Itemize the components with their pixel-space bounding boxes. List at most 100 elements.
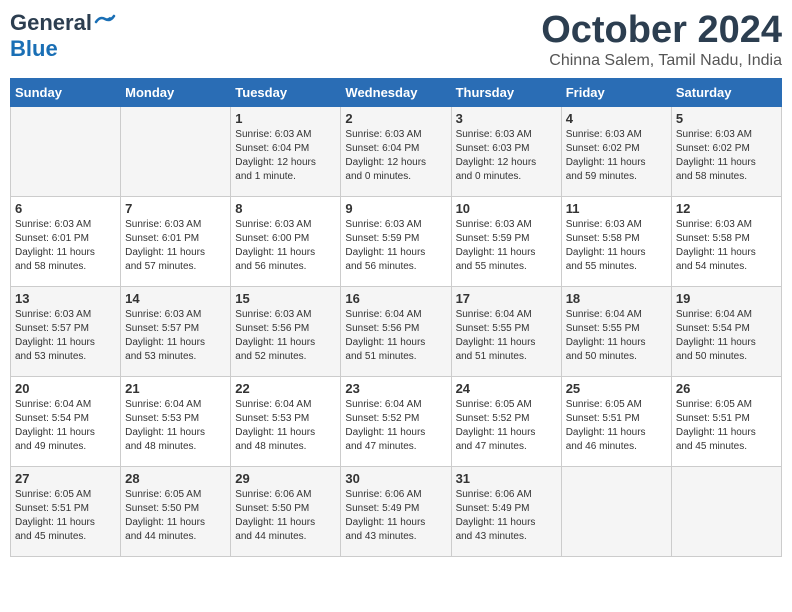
calendar-cell: 14 Sunrise: 6:03 AM Sunset: 5:57 PM Dayli… xyxy=(121,286,231,376)
day-number: 19 xyxy=(676,291,777,306)
day-info: Sunrise: 6:03 AM Sunset: 6:02 PM Dayligh… xyxy=(566,128,667,184)
day-info: Sunrise: 6:03 AM Sunset: 5:58 PM Dayligh… xyxy=(676,218,777,274)
calendar-cell: 15 Sunrise: 6:03 AM Sunset: 5:56 PM Dayli… xyxy=(231,286,341,376)
day-number: 1 xyxy=(235,111,336,126)
day-number: 31 xyxy=(456,471,557,486)
day-number: 24 xyxy=(456,381,557,396)
day-number: 10 xyxy=(456,201,557,216)
calendar-cell: 6 Sunrise: 6:03 AM Sunset: 6:01 PM Daylig… xyxy=(11,196,121,286)
day-info: Sunrise: 6:04 AM Sunset: 5:56 PM Dayligh… xyxy=(345,308,446,364)
calendar-header-row: SundayMondayTuesdayWednesdayThursdayFrid… xyxy=(11,78,782,106)
calendar-week-row: 1 Sunrise: 6:03 AM Sunset: 6:04 PM Daylig… xyxy=(11,106,782,196)
day-info: Sunrise: 6:05 AM Sunset: 5:52 PM Dayligh… xyxy=(456,398,557,454)
day-number: 25 xyxy=(566,381,667,396)
day-number: 3 xyxy=(456,111,557,126)
calendar-cell xyxy=(671,466,781,556)
day-info: Sunrise: 6:03 AM Sunset: 6:01 PM Dayligh… xyxy=(125,218,226,274)
calendar-cell: 21Sunrise: 6:04 AM Sunset: 5:53 PM Dayli… xyxy=(121,376,231,466)
calendar-cell: 17 Sunrise: 6:04 AM Sunset: 5:55 PM Dayli… xyxy=(451,286,561,376)
calendar-cell xyxy=(11,106,121,196)
day-info: Sunrise: 6:03 AM Sunset: 6:04 PM Dayligh… xyxy=(235,128,336,184)
day-info: Sunrise: 6:04 AM Sunset: 5:53 PM Dayligh… xyxy=(125,398,226,454)
calendar-cell: 9Sunrise: 6:03 AM Sunset: 5:59 PM Daylig… xyxy=(341,196,451,286)
day-number: 17 xyxy=(456,291,557,306)
day-number: 14 xyxy=(125,291,226,306)
calendar-week-row: 27 Sunrise: 6:05 AM Sunset: 5:51 PM Dayli… xyxy=(11,466,782,556)
calendar-cell: 10 Sunrise: 6:03 AM Sunset: 5:59 PM Dayli… xyxy=(451,196,561,286)
calendar-week-row: 6 Sunrise: 6:03 AM Sunset: 6:01 PM Daylig… xyxy=(11,196,782,286)
day-header-sunday: Sunday xyxy=(11,78,121,106)
day-info: Sunrise: 6:03 AM Sunset: 6:02 PM Dayligh… xyxy=(676,128,777,184)
title-section: October 2024 Chinna Salem, Tamil Nadu, I… xyxy=(541,10,782,70)
day-info: Sunrise: 6:03 AM Sunset: 6:00 PM Dayligh… xyxy=(235,218,336,274)
day-number: 30 xyxy=(345,471,446,486)
calendar-cell xyxy=(121,106,231,196)
day-number: 28 xyxy=(125,471,226,486)
calendar-cell: 11Sunrise: 6:03 AM Sunset: 5:58 PM Dayli… xyxy=(561,196,671,286)
day-info: Sunrise: 6:05 AM Sunset: 5:50 PM Dayligh… xyxy=(125,488,226,544)
logo-general: General xyxy=(10,10,92,36)
day-info: Sunrise: 6:03 AM Sunset: 6:04 PM Dayligh… xyxy=(345,128,446,184)
day-number: 8 xyxy=(235,201,336,216)
day-number: 23 xyxy=(345,381,446,396)
location-subtitle: Chinna Salem, Tamil Nadu, India xyxy=(541,52,782,70)
calendar-cell: 30Sunrise: 6:06 AM Sunset: 5:49 PM Dayli… xyxy=(341,466,451,556)
logo-bird-icon xyxy=(94,14,116,30)
calendar-week-row: 20 Sunrise: 6:04 AM Sunset: 5:54 PM Dayli… xyxy=(11,376,782,466)
day-info: Sunrise: 6:03 AM Sunset: 5:59 PM Dayligh… xyxy=(456,218,557,274)
calendar-cell: 16 Sunrise: 6:04 AM Sunset: 5:56 PM Dayli… xyxy=(341,286,451,376)
day-number: 7 xyxy=(125,201,226,216)
day-number: 15 xyxy=(235,291,336,306)
day-number: 20 xyxy=(15,381,116,396)
calendar-cell: 2Sunrise: 6:03 AM Sunset: 6:04 PM Daylig… xyxy=(341,106,451,196)
calendar-cell: 22Sunrise: 6:04 AM Sunset: 5:53 PM Dayli… xyxy=(231,376,341,466)
calendar-cell: 31 Sunrise: 6:06 AM Sunset: 5:49 PM Dayli… xyxy=(451,466,561,556)
calendar-cell: 26 Sunrise: 6:05 AM Sunset: 5:51 PM Dayli… xyxy=(671,376,781,466)
calendar-week-row: 13 Sunrise: 6:03 AM Sunset: 5:57 PM Dayli… xyxy=(11,286,782,376)
calendar-cell: 5Sunrise: 6:03 AM Sunset: 6:02 PM Daylig… xyxy=(671,106,781,196)
day-info: Sunrise: 6:05 AM Sunset: 5:51 PM Dayligh… xyxy=(566,398,667,454)
day-header-wednesday: Wednesday xyxy=(341,78,451,106)
day-header-saturday: Saturday xyxy=(671,78,781,106)
calendar-cell: 25 Sunrise: 6:05 AM Sunset: 5:51 PM Dayli… xyxy=(561,376,671,466)
day-info: Sunrise: 6:03 AM Sunset: 5:58 PM Dayligh… xyxy=(566,218,667,274)
page-header: General Blue October 2024 Chinna Salem, … xyxy=(10,10,782,70)
calendar-cell: 28 Sunrise: 6:05 AM Sunset: 5:50 PM Dayli… xyxy=(121,466,231,556)
day-info: Sunrise: 6:03 AM Sunset: 5:57 PM Dayligh… xyxy=(125,308,226,364)
calendar-cell: 20 Sunrise: 6:04 AM Sunset: 5:54 PM Dayli… xyxy=(11,376,121,466)
calendar-cell: 12 Sunrise: 6:03 AM Sunset: 5:58 PM Dayli… xyxy=(671,196,781,286)
day-header-monday: Monday xyxy=(121,78,231,106)
day-number: 26 xyxy=(676,381,777,396)
day-number: 12 xyxy=(676,201,777,216)
month-title: October 2024 xyxy=(541,10,782,52)
calendar-cell: 1 Sunrise: 6:03 AM Sunset: 6:04 PM Daylig… xyxy=(231,106,341,196)
day-number: 29 xyxy=(235,471,336,486)
day-number: 9 xyxy=(345,201,446,216)
calendar-cell: 8 Sunrise: 6:03 AM Sunset: 6:00 PM Daylig… xyxy=(231,196,341,286)
day-number: 16 xyxy=(345,291,446,306)
day-info: Sunrise: 6:04 AM Sunset: 5:55 PM Dayligh… xyxy=(456,308,557,364)
day-info: Sunrise: 6:03 AM Sunset: 6:03 PM Dayligh… xyxy=(456,128,557,184)
day-number: 22 xyxy=(235,381,336,396)
day-number: 6 xyxy=(15,201,116,216)
day-number: 27 xyxy=(15,471,116,486)
day-header-friday: Friday xyxy=(561,78,671,106)
day-info: Sunrise: 6:05 AM Sunset: 5:51 PM Dayligh… xyxy=(15,488,116,544)
calendar-cell: 7 Sunrise: 6:03 AM Sunset: 6:01 PM Daylig… xyxy=(121,196,231,286)
calendar-cell: 23 Sunrise: 6:04 AM Sunset: 5:52 PM Dayli… xyxy=(341,376,451,466)
day-info: Sunrise: 6:03 AM Sunset: 5:56 PM Dayligh… xyxy=(235,308,336,364)
calendar-cell xyxy=(561,466,671,556)
day-info: Sunrise: 6:03 AM Sunset: 6:01 PM Dayligh… xyxy=(15,218,116,274)
day-info: Sunrise: 6:06 AM Sunset: 5:49 PM Dayligh… xyxy=(456,488,557,544)
calendar-cell: 19Sunrise: 6:04 AM Sunset: 5:54 PM Dayli… xyxy=(671,286,781,376)
day-header-thursday: Thursday xyxy=(451,78,561,106)
day-info: Sunrise: 6:05 AM Sunset: 5:51 PM Dayligh… xyxy=(676,398,777,454)
logo-blue: Blue xyxy=(10,36,58,62)
calendar-cell: 18Sunrise: 6:04 AM Sunset: 5:55 PM Dayli… xyxy=(561,286,671,376)
day-header-tuesday: Tuesday xyxy=(231,78,341,106)
day-info: Sunrise: 6:04 AM Sunset: 5:52 PM Dayligh… xyxy=(345,398,446,454)
calendar-cell: 13Sunrise: 6:03 AM Sunset: 5:57 PM Dayli… xyxy=(11,286,121,376)
day-info: Sunrise: 6:04 AM Sunset: 5:54 PM Dayligh… xyxy=(15,398,116,454)
calendar-cell: 27 Sunrise: 6:05 AM Sunset: 5:51 PM Dayli… xyxy=(11,466,121,556)
day-number: 13 xyxy=(15,291,116,306)
